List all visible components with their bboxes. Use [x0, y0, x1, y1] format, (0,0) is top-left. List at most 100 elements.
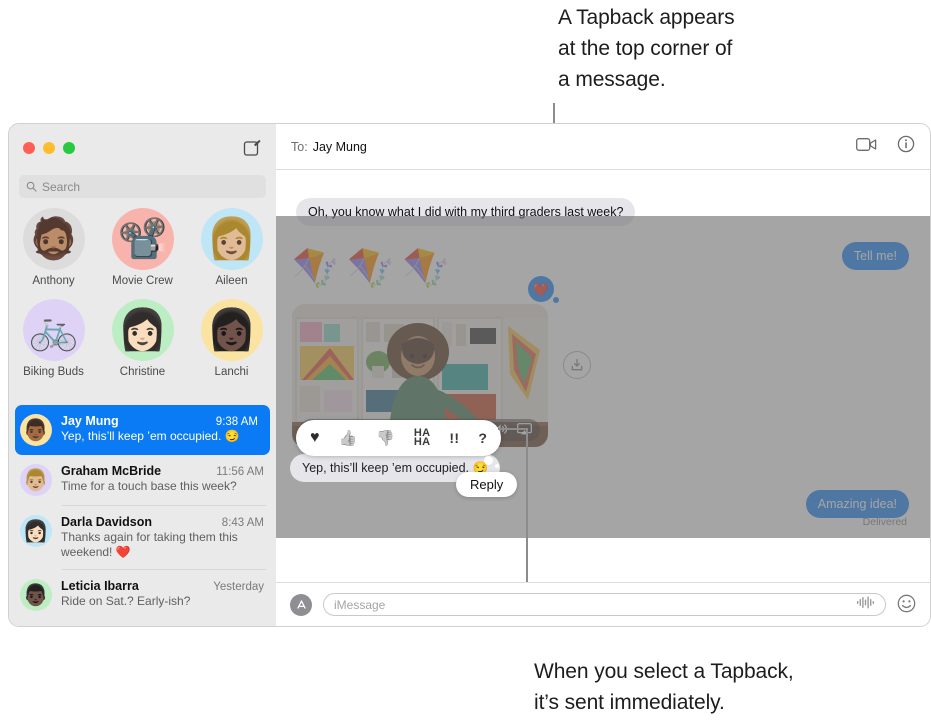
conversation-row-darla-davidson[interactable]: 👩🏻 Darla Davidson 8:43 AM Thanks again for … — [9, 506, 276, 569]
conversation-row-leticia-ibarra[interactable]: 👨🏿 Leticia Ibarra Yesterday Ride on Sat.? E… — [9, 570, 276, 620]
pinned-conversation-christine[interactable]: 👩🏻 Christine — [98, 299, 187, 378]
conversation-name: Darla Davidson — [61, 515, 153, 529]
tapback-picker[interactable]: ♥ 👍 👎 HA HA!!? — [296, 420, 502, 456]
tapback-thumbs-up[interactable]: 👍 — [339, 431, 358, 446]
airplay-icon[interactable] — [517, 422, 532, 438]
conversation-time: 8:43 AM — [221, 517, 264, 529]
heart-icon: ❤️ — [532, 281, 550, 297]
imessage-placeholder: iMessage — [334, 597, 386, 612]
tapback-badge-heart[interactable]: ❤️ — [528, 276, 559, 303]
message-bubble-outgoing-amazing[interactable]: Amazing idea! — [805, 490, 909, 518]
conversation-avatar: 👩🏻 — [20, 515, 52, 547]
facetime-video-icon[interactable] — [856, 137, 877, 157]
tapback-haha-label: HA HA — [413, 427, 431, 448]
heart-icon: ♥ — [310, 429, 320, 446]
tapback-question-label: ? — [478, 430, 488, 446]
pinned-label: Biking Buds — [23, 366, 84, 378]
pinned-conversation-movie-crew[interactable]: 📽️ Movie Crew — [98, 208, 187, 287]
conversation-body: Darla Davidson 8:43 AM Thanks again for ta… — [61, 515, 264, 560]
pinned-avatar: 🚲 — [22, 299, 85, 361]
messages-window: Search 🧔🏽 Anthony 📽️ Movie Crew 👩🏼 Aileen 🚲 Bik… — [8, 123, 931, 627]
conversation-preview: Ride on Sat.? Early-ish? — [61, 594, 191, 608]
conversation-avatar: 👨🏿 — [20, 579, 52, 611]
callout-bottom-leader-vertical — [526, 428, 528, 582]
message-bubble-outgoing-tellme[interactable]: Tell me! — [841, 242, 909, 270]
callout-top-text: A Tapback appears at the top corner of a… — [558, 6, 735, 91]
conversation-body: Graham McBride 11:56 AM Time for a touch b… — [61, 464, 264, 496]
pinned-avatar: 🧔🏽 — [22, 208, 85, 270]
callout-bottom-text: When you select a Tapback, it’s sent imm… — [534, 660, 794, 714]
pinned-label: Anthony — [32, 275, 75, 287]
conversation-body: Jay Mung 9:38 AM Yep, this’ll keep ’em occ… — [61, 414, 258, 446]
conversation-row-jay-mung[interactable]: 👨🏾 Jay Mung 9:38 AM Yep, this’ll keep ’em o… — [15, 405, 270, 455]
imessage-input[interactable]: iMessage — [323, 593, 886, 616]
tapback-thumbs-down[interactable]: 👎 — [376, 431, 395, 446]
conversation-time: 11:56 AM — [216, 466, 264, 478]
search-icon — [26, 181, 37, 192]
callout-bottom-leader-horizontal — [498, 428, 528, 430]
tapback-exclamation[interactable]: !! — [449, 431, 459, 445]
conversation-top-row: Jay Mung 9:38 AM — [61, 414, 258, 428]
recipient-name: Jay Mung — [312, 139, 367, 154]
tapback-thumbs-up-icon: 👍 — [338, 429, 358, 447]
pinned-conversation-lanchi[interactable]: 👩🏿 Lanchi — [187, 299, 276, 378]
tapback-picker-tail-small — [495, 464, 499, 468]
close-window-button[interactable] — [23, 142, 35, 154]
pinned-avatar: 👩🏼 — [200, 208, 263, 270]
tapback-thumbs-down-icon: 👎 — [376, 429, 395, 447]
tapback-question[interactable]: ? — [478, 431, 487, 445]
conversation-top-row: Leticia Ibarra Yesterday — [61, 579, 264, 593]
conversation-pane: To: Jay Mung Oh, you know what I did wit… — [276, 124, 930, 626]
conversation-row-graham-mcbride[interactable]: 👨🏼 Graham McBride 11:56 AM Time for a touch… — [9, 455, 276, 505]
pinned-conversation-biking-buds[interactable]: 🚲 Biking Buds — [9, 299, 98, 378]
conversation-time: Yesterday — [213, 581, 264, 593]
compose-bar: iMessage — [276, 582, 930, 626]
tapback-picker-tail-large — [484, 456, 493, 465]
conversation-avatar: 👨🏼 — [20, 464, 52, 496]
to-label: To: — [291, 139, 308, 154]
pinned-label: Aileen — [215, 275, 248, 287]
conversation-top-row: Darla Davidson 8:43 AM — [61, 515, 264, 529]
pinned-label: Christine — [119, 366, 166, 378]
conversation-preview: Thanks again for taking them this weeken… — [61, 530, 238, 559]
pinned-conversation-anthony[interactable]: 🧔🏽 Anthony — [9, 208, 98, 287]
conversation-list: 👨🏾 Jay Mung 9:38 AM Yep, this’ll keep ’em o… — [9, 405, 276, 620]
window-traffic-lights — [23, 142, 75, 154]
conversation-header: To: Jay Mung — [276, 124, 930, 170]
message-thread: Oh, you know what I did with my third gr… — [276, 170, 930, 582]
conversation-top-row: Graham McBride 11:56 AM — [61, 464, 264, 478]
tapback-exclamation-label: !! — [449, 430, 460, 446]
header-actions — [856, 135, 915, 158]
pinned-label: Lanchi — [214, 366, 249, 378]
search-placeholder: Search — [42, 179, 81, 194]
pinned-conversations-grid: 🧔🏽 Anthony 📽️ Movie Crew 👩🏼 Aileen 🚲 Biking Bud… — [9, 208, 276, 378]
pinned-label: Movie Crew — [112, 275, 173, 287]
pinned-avatar: 👩🏿 — [200, 299, 263, 361]
pinned-avatar: 👩🏻 — [111, 299, 174, 361]
pinned-avatar: 📽️ — [111, 208, 174, 270]
conversation-preview: Yep, this’ll keep ’em occupied. 😏 — [61, 429, 240, 443]
tapback-haha[interactable]: HA HA — [413, 427, 431, 448]
message-bubble-incoming[interactable]: Oh, you know what I did with my third gr… — [296, 198, 636, 226]
search-input[interactable]: Search — [19, 175, 266, 198]
screenshot-root: A Tapback appears at the top corner of a… — [0, 0, 931, 726]
kite-emoji-message[interactable]: 🪁🪁🪁 — [292, 250, 458, 288]
conversation-name: Leticia Ibarra — [61, 579, 139, 593]
compose-icon[interactable] — [242, 138, 262, 158]
sidebar: Search 🧔🏽 Anthony 📽️ Movie Crew 👩🏼 Aileen 🚲 Bik… — [9, 124, 276, 626]
pinned-conversation-aileen[interactable]: 👩🏼 Aileen — [187, 208, 276, 287]
minimize-window-button[interactable] — [43, 142, 55, 154]
info-icon[interactable] — [897, 135, 915, 158]
emoji-icon[interactable] — [897, 594, 916, 616]
zoom-window-button[interactable] — [63, 142, 75, 154]
conversation-name: Graham McBride — [61, 464, 162, 478]
download-icon[interactable] — [563, 351, 591, 379]
tapback-heart[interactable]: ♥ — [310, 430, 320, 446]
conversation-time: 9:38 AM — [215, 416, 258, 428]
conversation-avatar: 👨🏾 — [20, 414, 52, 446]
audio-waveform-icon[interactable] — [857, 596, 875, 614]
reply-button[interactable]: Reply — [456, 472, 518, 497]
conversation-preview: Time for a touch base this week? — [61, 479, 237, 493]
delivered-status: Delivered — [862, 516, 907, 528]
appstore-icon[interactable] — [290, 593, 312, 616]
